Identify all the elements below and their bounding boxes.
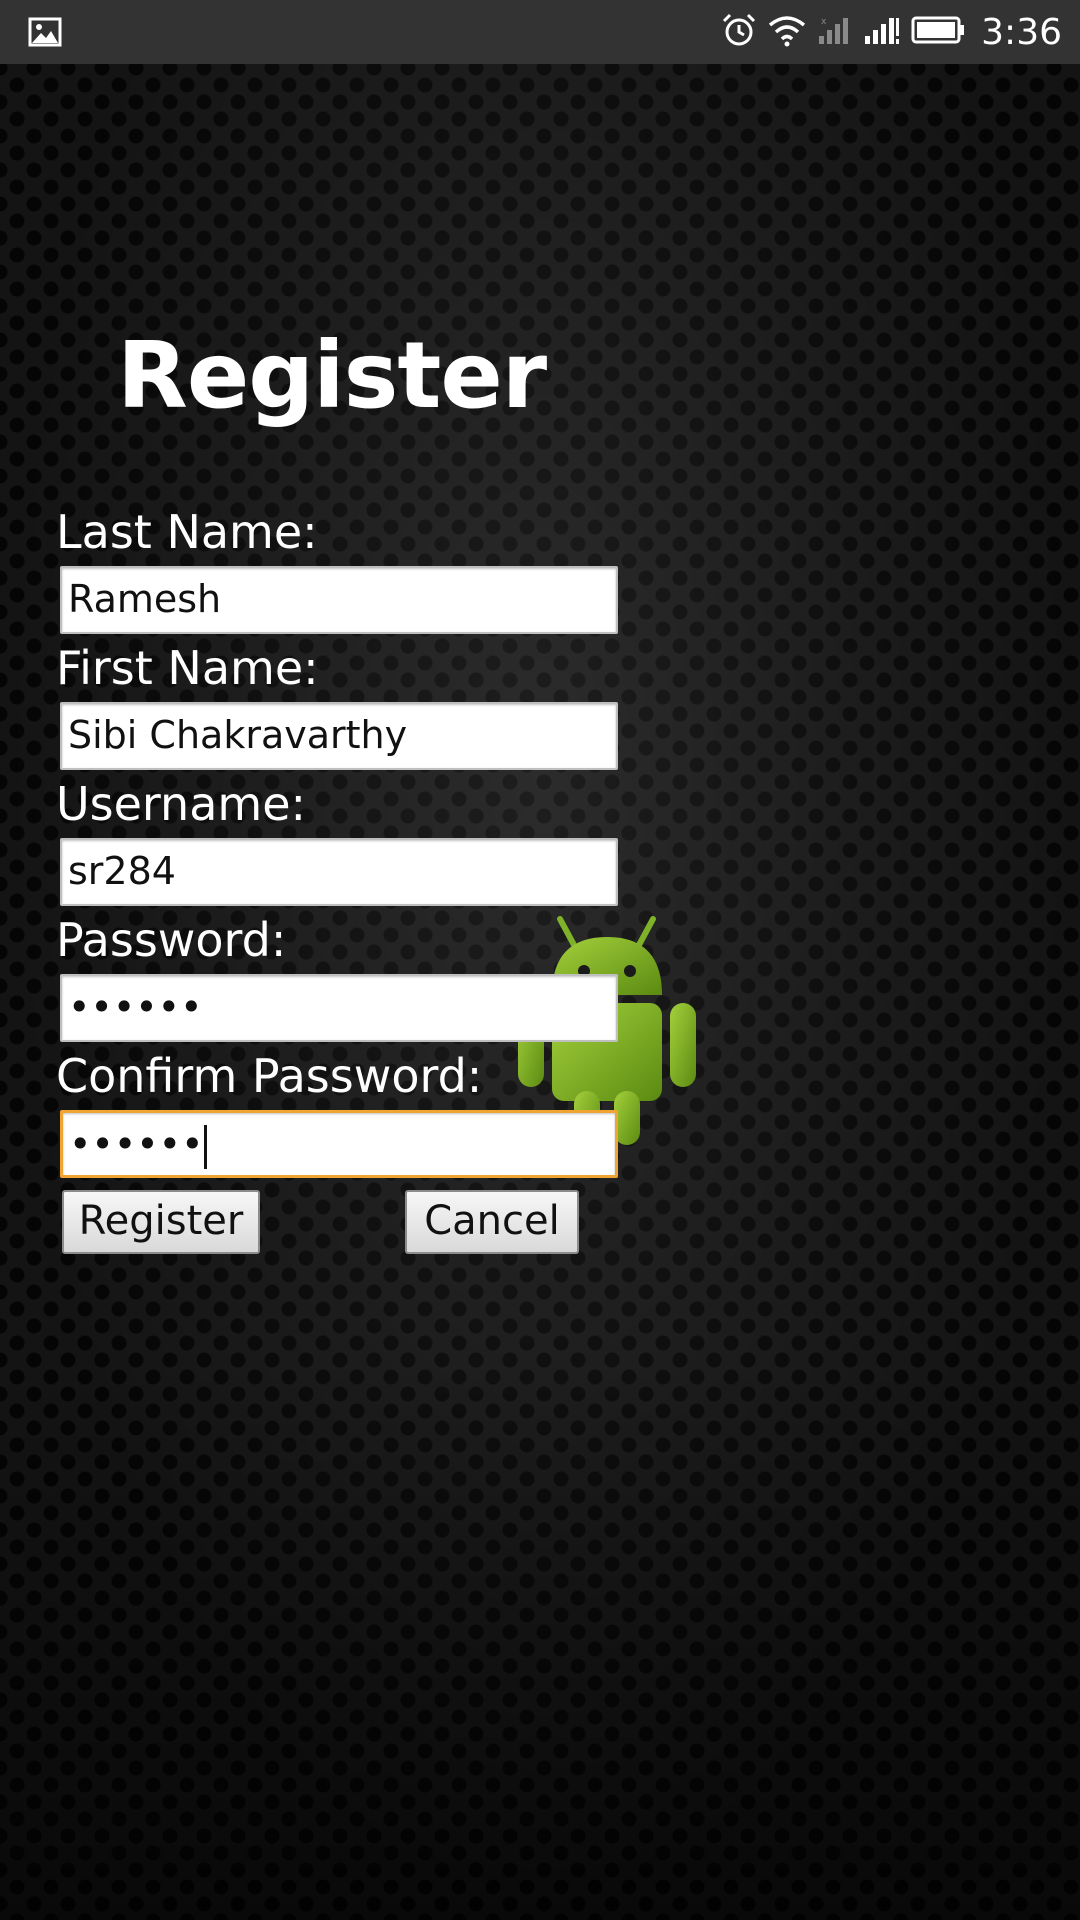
- signal-sim2-icon: x: [817, 14, 853, 50]
- alarm-icon: [721, 12, 757, 52]
- register-form: Last Name: Ramesh First Name: Sibi Chakr…: [56, 498, 626, 1260]
- first-name-field[interactable]: Sibi Chakravarthy: [60, 702, 618, 770]
- username-field[interactable]: sr284: [60, 838, 618, 906]
- last-name-field[interactable]: Ramesh: [60, 566, 618, 634]
- svg-text:x: x: [821, 17, 827, 27]
- confirm-password-label: Confirm Password:: [56, 1049, 483, 1103]
- button-row: Register Cancel: [56, 1190, 626, 1260]
- confirm-password-field[interactable]: ••••••: [60, 1110, 618, 1178]
- status-bar: x 3:36: [0, 0, 1080, 64]
- signal-sim1-icon: [863, 14, 901, 50]
- confirm-password-value: ••••••: [69, 1122, 204, 1166]
- text-cursor: [204, 1124, 208, 1169]
- username-label: Username:: [56, 777, 306, 831]
- gallery-icon: [28, 17, 62, 51]
- app-screen: x 3:36 Register Last Name: Ramesh First …: [0, 0, 1080, 1920]
- register-button[interactable]: Register: [62, 1190, 260, 1254]
- password-label: Password:: [56, 913, 287, 967]
- first-name-label: First Name:: [56, 641, 319, 695]
- cancel-button[interactable]: Cancel: [405, 1190, 579, 1254]
- wifi-icon: [767, 13, 807, 51]
- battery-icon: [911, 15, 965, 49]
- last-name-label: Last Name:: [56, 505, 318, 559]
- status-time: 3:36: [981, 11, 1062, 53]
- password-field[interactable]: ••••••: [60, 974, 618, 1042]
- page-title: Register: [117, 322, 547, 429]
